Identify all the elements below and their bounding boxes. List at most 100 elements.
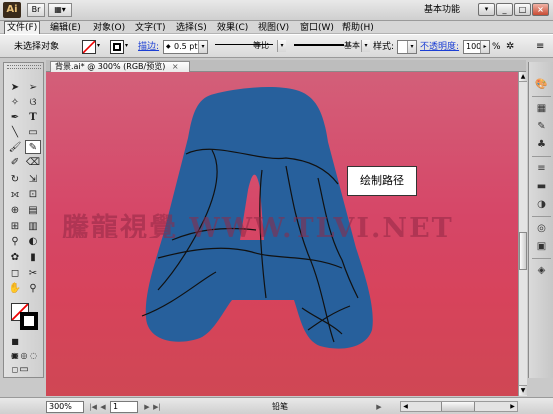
width-tool-icon[interactable]: ⟗ bbox=[7, 188, 23, 202]
screen-mode-icon[interactable]: ▭ bbox=[16, 363, 32, 377]
graphic-styles-panel-icon[interactable]: ▣ bbox=[534, 240, 549, 254]
vertical-scrollbar[interactable]: ▲ ▼ bbox=[518, 72, 527, 396]
perspective-grid-tool-icon[interactable]: ▤ bbox=[25, 204, 41, 218]
slice-tool-icon[interactable]: ✂ bbox=[25, 267, 41, 281]
stroke-label[interactable]: 描边: bbox=[138, 41, 159, 53]
menu-view[interactable]: 视图(V) bbox=[256, 21, 291, 35]
blob-brush-tool-icon[interactable]: ✐ bbox=[7, 156, 23, 170]
brush-definition[interactable]: 基本 ▾ bbox=[292, 40, 372, 54]
transparency-panel-icon[interactable]: ◑ bbox=[534, 198, 549, 212]
menu-select[interactable]: 选择(S) bbox=[174, 21, 209, 35]
artboard-number-field[interactable]: 1 bbox=[110, 401, 138, 413]
variable-width-profile[interactable]: 等比 ▾ bbox=[213, 40, 290, 54]
menu-file[interactable]: 文件(F) bbox=[4, 21, 41, 35]
mesh-tool-icon[interactable]: ⊞ bbox=[7, 220, 23, 234]
tools-grip[interactable] bbox=[7, 65, 41, 69]
brushes-panel-icon[interactable]: ✎ bbox=[534, 120, 549, 134]
maximize-button[interactable]: □ bbox=[514, 3, 531, 16]
selection-tool-icon[interactable]: ➤ bbox=[7, 81, 23, 95]
menu-effect[interactable]: 效果(C) bbox=[215, 21, 250, 35]
menu-edit[interactable]: 编辑(E) bbox=[48, 21, 83, 35]
appearance-panel-icon[interactable]: ◎ bbox=[534, 222, 549, 236]
stroke-panel-icon[interactable]: ≡ bbox=[534, 162, 549, 176]
opacity-field[interactable]: 100 ▸ bbox=[463, 40, 490, 54]
scroll-up-arrow[interactable]: ▲ bbox=[519, 72, 527, 82]
close-button[interactable]: × bbox=[532, 3, 549, 16]
scroll-down-arrow[interactable]: ▼ bbox=[519, 385, 527, 395]
arrange-documents-button[interactable]: ▦▾ bbox=[48, 3, 72, 17]
gradient-panel-icon[interactable]: ▬ bbox=[534, 180, 549, 194]
document-tab-bar: 背景.ai* @ 300% (RGB/预览) × bbox=[46, 60, 526, 72]
artboard-canvas[interactable]: 騰龍視覺 WWW.TLVI.NET 绘制路径 bbox=[46, 72, 518, 396]
menu-type[interactable]: 文字(T) bbox=[133, 21, 168, 35]
artboard-tool-icon[interactable]: ◻ bbox=[7, 267, 23, 281]
minimize-button[interactable]: _ bbox=[496, 3, 513, 16]
swatches-panel-icon[interactable]: ▦ bbox=[534, 102, 549, 116]
status-menu-arrow[interactable]: ▶ bbox=[374, 401, 384, 413]
stroke-dropdown[interactable]: ▾ bbox=[125, 40, 135, 54]
menu-help[interactable]: 帮助(H) bbox=[340, 21, 376, 35]
scroll-left-arrow[interactable]: ◀ bbox=[401, 402, 410, 411]
last-artboard-button[interactable]: ▶| bbox=[152, 401, 162, 413]
workspace-switcher[interactable]: 基本功能 bbox=[424, 3, 460, 17]
symbols-panel-icon[interactable]: ♣ bbox=[534, 138, 549, 152]
color-panel-icon[interactable]: 🎨 bbox=[534, 78, 549, 92]
column-graph-tool-icon[interactable]: ▮ bbox=[25, 251, 41, 265]
panel-menu-icon[interactable]: ≡ bbox=[536, 41, 544, 53]
graphic-style-picker[interactable]: ▾ bbox=[397, 40, 417, 54]
rectangle-tool-icon[interactable]: ▭ bbox=[25, 126, 41, 140]
gradient-tool-icon[interactable]: ▥ bbox=[25, 220, 41, 234]
bridge-button[interactable]: Br bbox=[27, 3, 45, 17]
scroll-right-arrow[interactable]: ▶ bbox=[508, 402, 517, 411]
stroke-weight-field[interactable]: ◆ 0.5 pt ▾ bbox=[163, 40, 208, 54]
hand-tool-icon[interactable]: ✋ bbox=[7, 282, 23, 296]
eyedropper-tool-icon[interactable]: ⚲ bbox=[7, 235, 23, 249]
layers-panel-icon[interactable]: ◈ bbox=[534, 264, 549, 278]
app-logo: Ai bbox=[3, 2, 21, 18]
free-transform-tool-icon[interactable]: ⊡ bbox=[25, 188, 41, 202]
style-label: 样式: bbox=[373, 42, 395, 52]
fill-swatch[interactable] bbox=[82, 40, 96, 54]
previous-artboard-button[interactable]: ◀ bbox=[98, 401, 108, 413]
document-tab[interactable]: 背景.ai* @ 300% (RGB/预览) × bbox=[50, 61, 190, 72]
recolor-artwork-icon[interactable]: ✲ bbox=[506, 41, 514, 53]
horizontal-scrollbar[interactable]: ◀ ▶ bbox=[400, 401, 518, 412]
next-artboard-button[interactable]: ▶ bbox=[142, 401, 152, 413]
color-modes-icon[interactable]: ■ ▣ ◻ bbox=[7, 335, 23, 374]
illustrator-window: Ai Br ▦▾ 基本功能 ▾ _ □ × 文件(F) 编辑(E) 对象(O) … bbox=[0, 0, 553, 414]
magic-wand-tool-icon[interactable]: ✧ bbox=[7, 96, 23, 110]
first-artboard-button[interactable]: |◀ bbox=[88, 401, 98, 413]
menu-bar: Ai Br ▦▾ 基本功能 ▾ _ □ × bbox=[0, 0, 553, 21]
drawing-modes-icon[interactable]: ◉ ◎ ◌ bbox=[7, 349, 41, 363]
menu-object[interactable]: 对象(O) bbox=[91, 21, 127, 35]
close-tab-icon[interactable]: × bbox=[172, 62, 179, 71]
stroke-swatch[interactable] bbox=[110, 40, 124, 54]
opacity-label[interactable]: 不透明度: bbox=[420, 41, 459, 53]
fill-dropdown[interactable]: ▾ bbox=[97, 40, 107, 54]
workspace-dropdown-arrow[interactable]: ▾ bbox=[478, 3, 495, 16]
shape-builder-tool-icon[interactable]: ⊕ bbox=[7, 204, 23, 218]
menu-window[interactable]: 窗口(W) bbox=[298, 21, 336, 35]
rotate-tool-icon[interactable]: ↻ bbox=[7, 173, 23, 187]
stroke-box[interactable] bbox=[20, 312, 38, 330]
opacity-unit: % bbox=[492, 42, 501, 52]
scale-tool-icon[interactable]: ⇲ bbox=[25, 173, 41, 187]
blend-tool-icon[interactable]: ◐ bbox=[25, 235, 41, 249]
type-tool-icon[interactable]: T bbox=[25, 111, 41, 125]
lasso-tool-icon[interactable]: ଓ bbox=[25, 96, 41, 110]
pen-tool-icon[interactable]: ✒ bbox=[7, 111, 23, 125]
zoom-field[interactable]: 300% bbox=[46, 401, 84, 413]
dock-divider bbox=[532, 156, 551, 157]
horizontal-scroll-thumb[interactable] bbox=[441, 402, 475, 411]
scroll-thumb[interactable] bbox=[519, 232, 527, 270]
fill-stroke-widget[interactable] bbox=[11, 303, 39, 331]
line-segment-tool-icon[interactable]: ╲ bbox=[7, 126, 23, 140]
current-tool-status[interactable]: 铅笔 bbox=[272, 401, 288, 412]
symbol-sprayer-tool-icon[interactable]: ✿ bbox=[7, 251, 23, 265]
paintbrush-tool-icon[interactable]: 🖌 bbox=[7, 141, 23, 155]
pencil-tool-icon[interactable]: ✎ bbox=[25, 140, 41, 154]
eraser-tool-icon[interactable]: ⌫ bbox=[25, 156, 41, 170]
direct-selection-tool-icon[interactable]: ➢ bbox=[25, 81, 41, 95]
zoom-tool-icon[interactable]: ⚲ bbox=[25, 282, 41, 296]
dock-divider bbox=[532, 96, 551, 97]
